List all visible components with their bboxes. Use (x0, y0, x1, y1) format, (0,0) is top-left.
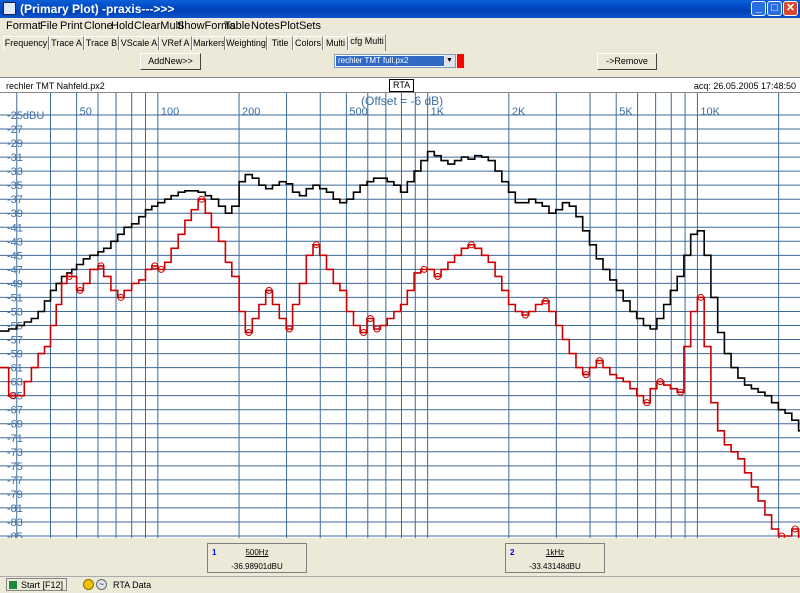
y-tick-label: -51 (7, 292, 23, 304)
marker-2-value: -33.43148dBU (529, 562, 581, 571)
tab-multi[interactable]: Multi (323, 36, 348, 50)
tab-vscale-a[interactable]: VScale A (119, 36, 159, 50)
x-tick-label: 2K (512, 106, 526, 118)
y-tick-label: -37 (7, 194, 23, 206)
status-bar: Start [F12] ~ RTA Data (0, 576, 800, 593)
y-tick-label: -81 (7, 503, 23, 515)
file-select-value: rechler TMT full.px2 (336, 56, 446, 66)
tab-trace-b[interactable]: Trace B (84, 36, 119, 50)
rta-data-label: RTA Data (113, 580, 152, 590)
tab-vref-a[interactable]: VRef A (159, 36, 192, 50)
menu-plotsets[interactable]: PlotSets (280, 20, 321, 32)
y-tick-label: -57 (7, 335, 23, 347)
y-tick-label: -47 (7, 264, 23, 276)
rta-chart[interactable]: -25dBU -27 -29 -31 -33 -35 -37 -39 -41 -43 -45 -47 -… (0, 93, 800, 538)
marker-2-freq: 1kHz (545, 548, 565, 557)
y-tick-label: -77 (7, 475, 23, 487)
start-button[interactable]: Start [F12] (6, 578, 68, 591)
tab-cfg-multi[interactable]: cfg Multi (348, 34, 386, 51)
menu-format[interactable]: Format (6, 20, 41, 32)
y-tick-label: -59 (7, 349, 23, 361)
acq-timestamp: acq: 26.05.2005 17:48:50 (693, 81, 796, 91)
tab-markers[interactable]: Markers (192, 36, 225, 50)
menu-file[interactable]: File (40, 20, 58, 32)
marker-2-box[interactable]: 2 1kHz -33.43148dBU (505, 543, 605, 573)
tab-bar: Frequency Trace A Trace B VScale A VRef … (0, 34, 800, 51)
tab-frequency[interactable]: Frequency (3, 36, 49, 50)
y-tick-label: -71 (7, 433, 23, 445)
marker-1-freq: 500Hz (245, 548, 269, 557)
close-button[interactable]: ✕ (783, 1, 798, 16)
x-tick-label: 200 (242, 106, 260, 118)
y-tick-label: -41 (7, 222, 23, 234)
info-bar: rechler TMT Nahfeld.px2 RTA acq: 26.05.2… (0, 77, 800, 93)
y-tick-label: -27 (7, 124, 23, 136)
x-tick-label: 100 (161, 106, 179, 118)
y-tick-label: -31 (7, 152, 23, 164)
series-line-2 (0, 198, 800, 538)
trace-color-swatch[interactable] (457, 54, 464, 68)
file-label: rechler TMT Nahfeld.px2 (6, 81, 105, 91)
x-tick-label: 50 (80, 106, 92, 118)
maximize-button[interactable]: □ (767, 1, 782, 16)
marker-1-value: -36.98901dBU (231, 562, 283, 571)
y-tick-label: -45 (7, 250, 23, 262)
tab-title[interactable]: Title (267, 36, 293, 50)
y-tick-label: -25dBU (7, 110, 44, 122)
y-tick-label: -33 (7, 166, 23, 178)
clock-icon[interactable] (83, 579, 94, 590)
y-tick-label: -53 (7, 306, 23, 318)
title-bar[interactable]: (Primary Plot) -praxis--->>> _ □ ✕ (0, 0, 800, 18)
x-tick-label: 10K (700, 106, 720, 118)
tab-colors[interactable]: Colors (293, 36, 323, 50)
minimize-button[interactable]: _ (751, 1, 766, 16)
menu-table[interactable]: Table (224, 20, 250, 32)
mode-label: RTA (389, 79, 415, 92)
menu-hold[interactable]: Hold (111, 20, 134, 32)
menu-bar: Format File Print Clone Hold ClearMulti … (0, 18, 800, 34)
x-tick-label: 5K (619, 106, 633, 118)
tab-trace-a[interactable]: Trace A (49, 36, 84, 50)
y-tick-label: -35 (7, 180, 23, 192)
start-icon (9, 581, 17, 589)
y-tick-label: -39 (7, 208, 23, 220)
start-label: Start [F12] (21, 580, 64, 590)
tab-weighting[interactable]: Weighting (225, 36, 267, 50)
file-select[interactable]: rechler TMT full.px2 ▼ (334, 54, 456, 68)
y-tick-label: -29 (7, 138, 23, 150)
offset-label: (Offset = -6 dB) (361, 94, 444, 108)
y-tick-label: -49 (7, 278, 23, 290)
rta-plot[interactable]: -25dBU -27 -29 -31 -33 -35 -37 -39 -41 -43 -45 -47 -… (0, 93, 800, 538)
y-tick-label: -75 (7, 461, 23, 473)
add-new-button[interactable]: AddNew>> (140, 53, 201, 70)
y-tick-label: -73 (7, 447, 23, 459)
y-tick-label: -83 (7, 517, 23, 529)
y-tick-label: -43 (7, 236, 23, 248)
marker-1-box[interactable]: 1 500Hz -36.98901dBU (207, 543, 307, 573)
marker-panel: 1 500Hz -36.98901dBU 2 1kHz -33.43148dBU (0, 538, 800, 576)
chevron-down-icon[interactable]: ▼ (444, 55, 455, 67)
y-tick-label: -85 (7, 531, 23, 538)
pulse-icon[interactable]: ~ (96, 579, 107, 590)
y-tick-label: -69 (7, 419, 23, 431)
menu-notes[interactable]: Notes (251, 20, 280, 32)
y-tick-label: -79 (7, 489, 23, 501)
menu-clone[interactable]: Clone (84, 20, 113, 32)
y-tick-label: -67 (7, 405, 23, 417)
window-title: (Primary Plot) -praxis--->>> (20, 2, 175, 16)
menu-print[interactable]: Print (60, 20, 83, 32)
app-icon (3, 2, 16, 15)
remove-button[interactable]: ->Remove (597, 53, 657, 70)
